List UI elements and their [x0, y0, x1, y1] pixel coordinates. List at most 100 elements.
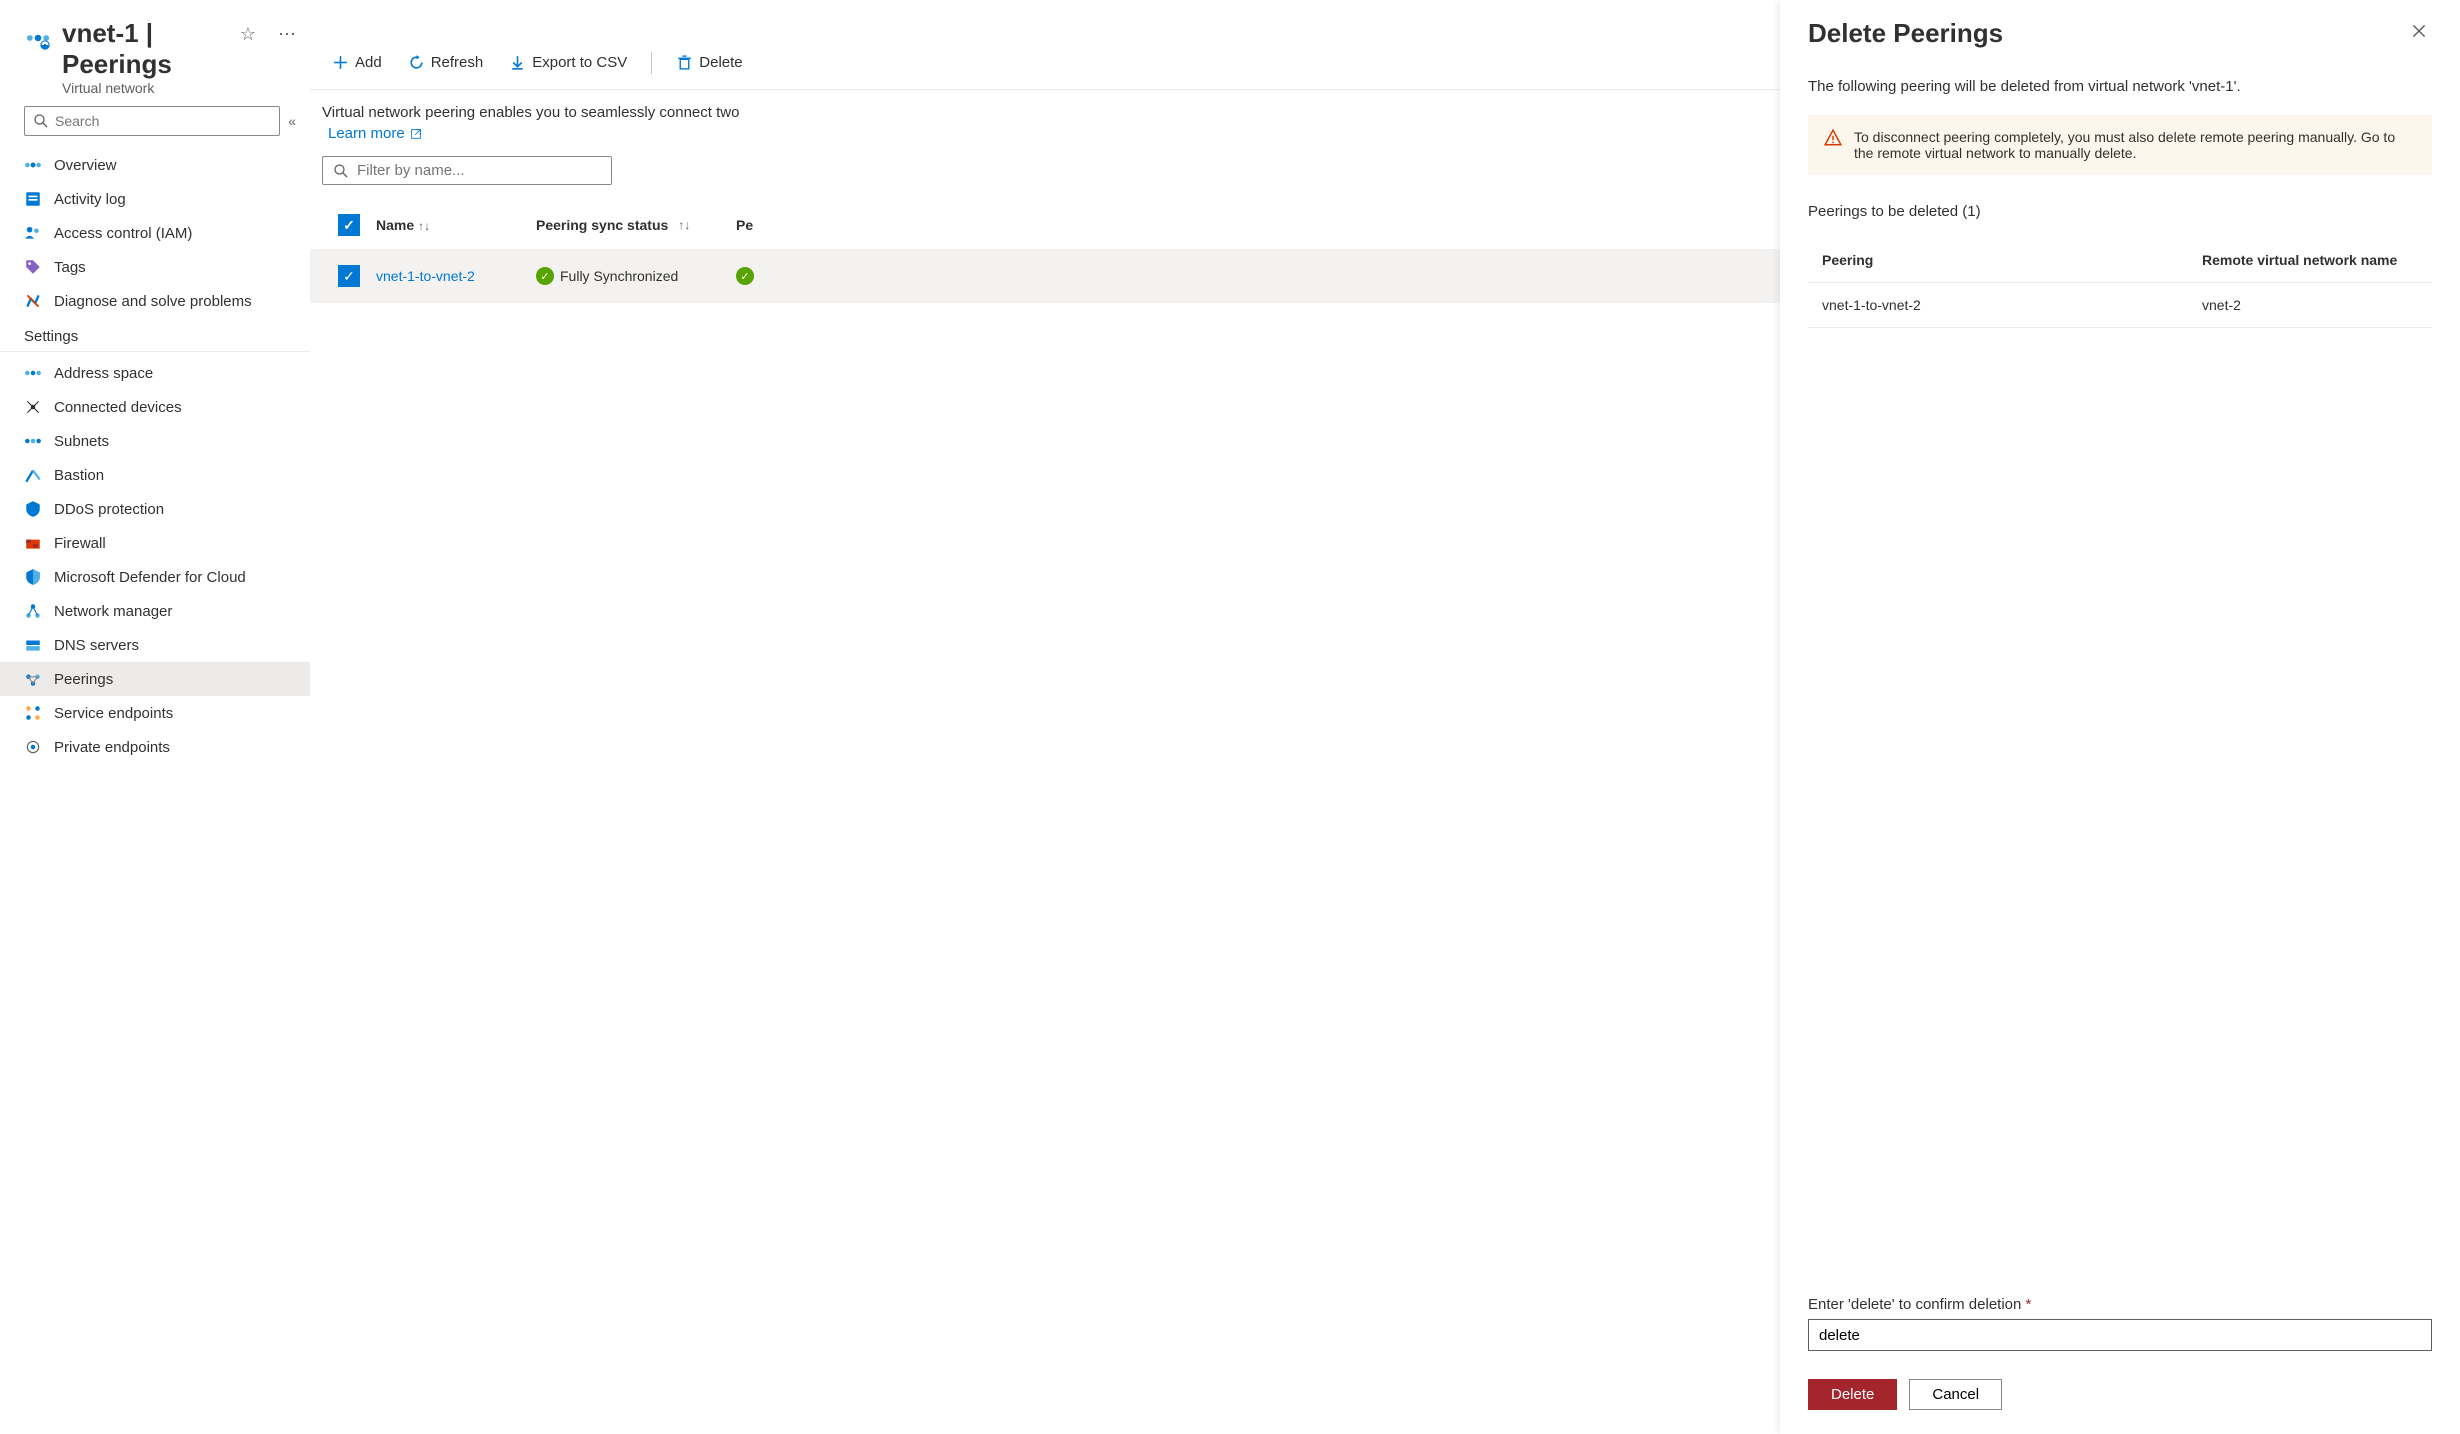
nav-connected-devices[interactable]: Connected devices [0, 390, 310, 424]
sort-icon: ↑↓ [678, 218, 690, 232]
warning-box: To disconnect peering completely, you mu… [1808, 115, 2432, 175]
nav-label: Activity log [54, 191, 126, 208]
success-icon: ✓ [736, 267, 754, 285]
nav-address-space[interactable]: Address space [0, 356, 310, 390]
firewall-icon [24, 534, 42, 552]
close-icon [2410, 22, 2428, 40]
peerings-icon [24, 670, 42, 688]
warning-icon [1824, 129, 1842, 147]
peering-name-link[interactable]: vnet-1-to-vnet-2 [376, 268, 536, 284]
panel-table-row: vnet-1-to-vnet-2 vnet-2 [1808, 283, 2432, 328]
close-panel-button[interactable] [2406, 18, 2432, 50]
export-button[interactable]: Export to CSV [499, 48, 637, 77]
column-sync[interactable]: Peering sync status↑↓ [536, 217, 736, 233]
tags-icon [24, 258, 42, 276]
sidebar: vnet-1 | Peerings Virtual network ☆ ⋯ « … [0, 0, 310, 1434]
access-control-icon [24, 224, 42, 242]
panel-description: The following peering will be deleted fr… [1808, 78, 2432, 95]
nav-access-control[interactable]: Access control (IAM) [0, 216, 310, 250]
sidebar-search-input[interactable] [55, 113, 271, 129]
learn-more-link[interactable]: Learn more [310, 121, 441, 156]
vnet-icon [24, 24, 52, 52]
delete-button[interactable]: Delete [666, 48, 752, 77]
nav-label: Subnets [54, 433, 109, 450]
remote-cell: vnet-2 [2202, 297, 2418, 313]
refresh-icon [408, 54, 425, 71]
sidebar-search[interactable] [24, 106, 280, 136]
col-peering: Peering [1822, 252, 2202, 268]
nav-diagnose[interactable]: Diagnose and solve problems [0, 284, 310, 318]
service-endpoints-icon [24, 704, 42, 722]
nav-dns-servers[interactable]: DNS servers [0, 628, 310, 662]
add-button[interactable]: Add [322, 48, 392, 77]
confirm-label: Enter 'delete' to confirm deletion * [1808, 1296, 2432, 1313]
nav-label: Service endpoints [54, 705, 173, 722]
cancel-button[interactable]: Cancel [1909, 1379, 2002, 1410]
main-content: Add Refresh Export to CSV Delete Virtual… [310, 0, 2460, 1434]
ddos-icon [24, 500, 42, 518]
peerings-to-delete-label: Peerings to be deleted (1) [1808, 203, 2432, 220]
connected-devices-icon [24, 398, 42, 416]
network-manager-icon [24, 602, 42, 620]
panel-table-header: Peering Remote virtual network name [1808, 238, 2432, 283]
nav-label: DDoS protection [54, 501, 164, 518]
col-remote: Remote virtual network name [2202, 252, 2418, 268]
nav-firewall[interactable]: Firewall [0, 526, 310, 560]
nav-activity-log[interactable]: Activity log [0, 182, 310, 216]
nav-overview[interactable]: Overview [0, 148, 310, 182]
required-asterisk: * [2026, 1296, 2032, 1313]
row-checkbox[interactable]: ✓ [338, 265, 360, 287]
nav-label: DNS servers [54, 637, 139, 654]
nav-list: Overview Activity log Access control (IA… [0, 144, 310, 768]
private-endpoints-icon [24, 738, 42, 756]
diagnose-icon [24, 292, 42, 310]
nav-label: Diagnose and solve problems [54, 293, 252, 310]
search-icon [333, 163, 349, 179]
external-link-icon [409, 127, 423, 141]
toolbar-separator [651, 52, 652, 74]
more-menu-icon[interactable]: ⋯ [272, 18, 302, 51]
warning-text: To disconnect peering completely, you mu… [1854, 129, 2416, 161]
column-name[interactable]: Name↑↓ [376, 217, 536, 233]
nav-ddos[interactable]: DDoS protection [0, 492, 310, 526]
filter-input[interactable] [357, 162, 601, 179]
nav-label: Private endpoints [54, 739, 170, 756]
nav-bastion[interactable]: Bastion [0, 458, 310, 492]
refresh-button[interactable]: Refresh [398, 48, 494, 77]
nav-tags[interactable]: Tags [0, 250, 310, 284]
delete-peerings-panel: Delete Peerings The following peering wi… [1780, 0, 2460, 1434]
sort-icon: ↑↓ [418, 219, 430, 233]
dns-servers-icon [24, 636, 42, 654]
address-space-icon [24, 364, 42, 382]
add-label: Add [355, 54, 382, 71]
nav-subnets[interactable]: Subnets [0, 424, 310, 458]
peer-status: ✓ [736, 267, 796, 285]
collapse-sidebar-icon[interactable]: « [288, 113, 296, 129]
nav-private-endpoints[interactable]: Private endpoints [0, 730, 310, 764]
select-all-checkbox[interactable]: ✓ [338, 214, 360, 236]
sync-status: ✓ Fully Synchronized [536, 267, 736, 285]
trash-icon [676, 54, 693, 71]
panel-peer-table: Peering Remote virtual network name vnet… [1808, 238, 2432, 328]
nav-label: Firewall [54, 535, 106, 552]
confirm-delete-button[interactable]: Delete [1808, 1379, 1897, 1410]
bastion-icon [24, 466, 42, 484]
success-icon: ✓ [536, 267, 554, 285]
nav-peerings[interactable]: Peerings [0, 662, 310, 696]
nav-label: Overview [54, 157, 117, 174]
confirm-delete-input[interactable] [1808, 1319, 2432, 1351]
peering-cell: vnet-1-to-vnet-2 [1822, 297, 2202, 313]
download-icon [509, 54, 526, 71]
nav-defender[interactable]: Microsoft Defender for Cloud [0, 560, 310, 594]
nav-label: Connected devices [54, 399, 182, 416]
nav-network-manager[interactable]: Network manager [0, 594, 310, 628]
nav-service-endpoints[interactable]: Service endpoints [0, 696, 310, 730]
refresh-label: Refresh [431, 54, 484, 71]
export-label: Export to CSV [532, 54, 627, 71]
column-peer[interactable]: Pe [736, 217, 796, 233]
favorite-star-icon[interactable]: ☆ [234, 18, 262, 51]
nav-label: Access control (IAM) [54, 225, 192, 242]
search-icon [33, 113, 49, 129]
filter-box[interactable] [322, 156, 612, 185]
nav-label: Bastion [54, 467, 104, 484]
